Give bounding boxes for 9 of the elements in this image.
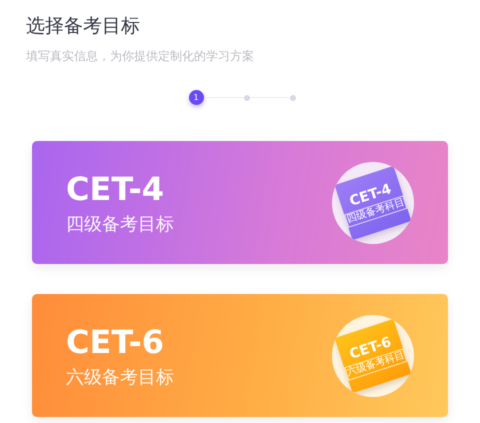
card-title: CET-6 [66, 322, 166, 362]
page-subtitle: 填写真实信息，为你提供定制化的学习方案 [26, 48, 255, 64]
card-subtitle: 四级备考目标 [66, 212, 174, 236]
card-subtitle: 六级备考目标 [66, 366, 174, 390]
step-indicator: 1 [188, 90, 204, 105]
exam-target-card[interactable]: CET-4 四级备考目标 CET-4 四级备考科目 [32, 141, 448, 264]
page-title: 选择备考目标 [26, 14, 141, 38]
card-title: CET-4 [66, 168, 166, 208]
exam-target-card[interactable]: CET-6 六级备考目标 CET-6 六级备考科目 [32, 294, 448, 417]
